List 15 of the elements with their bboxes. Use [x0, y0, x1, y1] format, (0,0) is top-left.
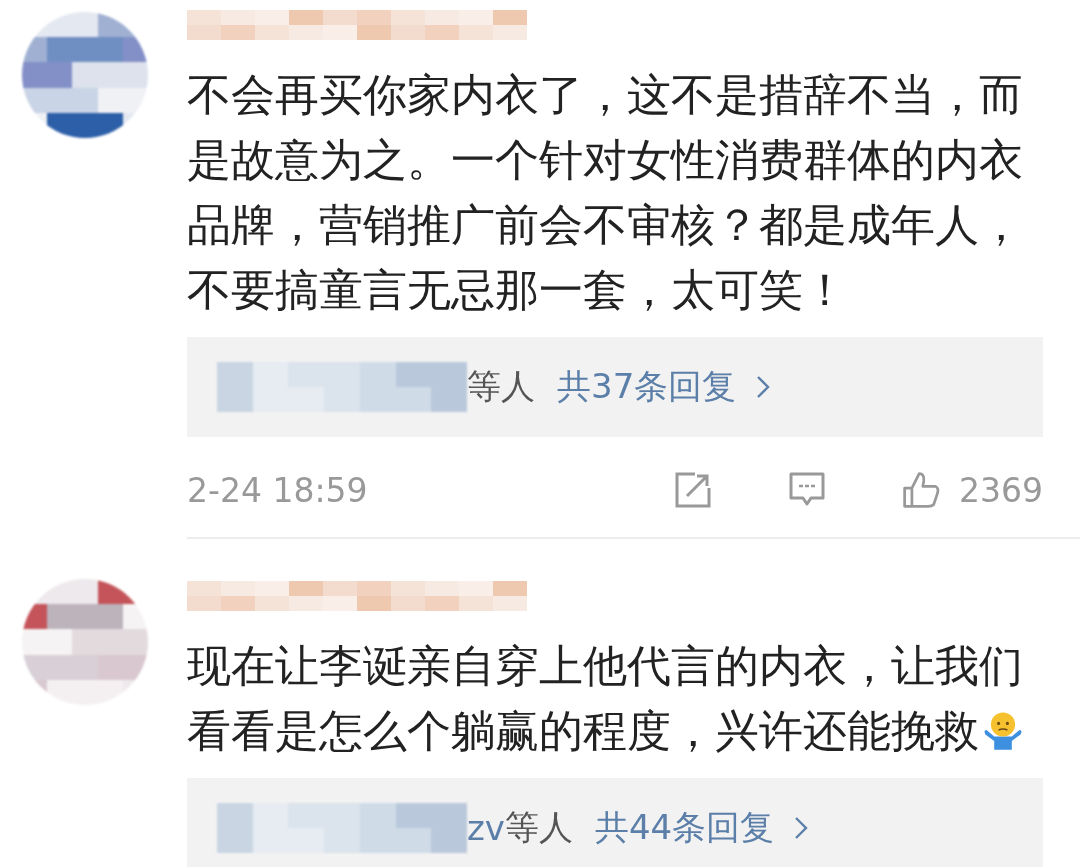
chevron-right-icon[interactable]	[794, 816, 809, 840]
replies-box[interactable]: zv等人 共44条回复	[187, 778, 1043, 867]
reply-count-link[interactable]: 共44条回复	[594, 805, 775, 851]
reply-names-label: 等人	[467, 365, 535, 408]
like-count: 2369	[959, 470, 1043, 510]
comment-text: 现在让李诞亲自穿上他代言的内衣，让我们看看是怎么个躺赢的程度，兴许还能挽救	[187, 639, 1026, 758]
replies-box[interactable]: 等人 共37条回复	[187, 337, 1043, 437]
reply-count-link[interactable]: 共37条回复	[557, 364, 737, 410]
reply-names-label: 等人	[504, 806, 573, 849]
reply-username[interactable]: zv	[467, 808, 505, 848]
share-icon[interactable]	[673, 470, 713, 510]
comment-text: 不会再买你家内衣了，这不是措辞不当，而是故意为之。一个针对女性消费群体的内衣品牌，营销推广前会不审核？都是成年人，不要搞童言无忌那一套，太可笑！	[187, 68, 1024, 317]
thumbs-up-icon[interactable]	[901, 470, 941, 510]
comment-time: 2-24 18:59	[187, 470, 368, 510]
chevron-right-icon[interactable]	[756, 375, 771, 399]
